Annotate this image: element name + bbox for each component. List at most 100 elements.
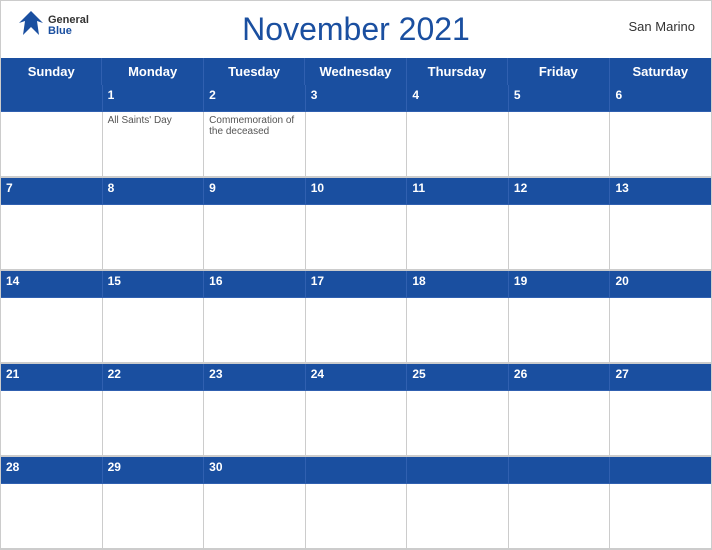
w1d3-num: 3 <box>306 85 408 111</box>
w4d4-num: 25 <box>407 364 509 390</box>
w1d1-num: 1 <box>103 85 205 111</box>
week1-content-row: All Saints' Day Commemoration of the dec… <box>1 112 711 177</box>
week4-number-row: 21 22 23 24 25 26 27 <box>1 364 711 391</box>
day-headers-row: Sunday Monday Tuesday Wednesday Thursday… <box>1 58 711 85</box>
w5d6-content <box>610 484 711 548</box>
header-saturday: Saturday <box>610 58 711 85</box>
week4-content-row <box>1 391 711 456</box>
w4d0-content <box>1 391 103 455</box>
w3d0-num: 14 <box>1 271 103 297</box>
header-sunday: Sunday <box>1 58 102 85</box>
w4d2-content <box>204 391 306 455</box>
month-title: November 2021 <box>242 11 470 48</box>
w4d5-content <box>509 391 611 455</box>
w1d5-content <box>509 112 611 176</box>
week2-content-row <box>1 205 711 270</box>
header-thursday: Thursday <box>407 58 508 85</box>
w5d5-num <box>509 457 611 483</box>
w3d5-content <box>509 298 611 362</box>
w3d4-num: 18 <box>407 271 509 297</box>
w4d4-content <box>407 391 509 455</box>
w1d3-content <box>306 112 408 176</box>
week5-number-row: 28 29 30 <box>1 457 711 484</box>
w2d1-num: 8 <box>103 178 205 204</box>
logo-bird-icon <box>17 9 45 42</box>
w2d0-num: 7 <box>1 178 103 204</box>
w1d6-content <box>610 112 711 176</box>
logo-text: General Blue <box>48 15 89 37</box>
w1d1-content: All Saints' Day <box>103 112 205 176</box>
week3-content-row <box>1 298 711 363</box>
w2d4-content <box>407 205 509 269</box>
w1d5-num: 5 <box>509 85 611 111</box>
w5d1-content <box>103 484 205 548</box>
calendar-header: General Blue November 2021 San Marino <box>1 1 711 58</box>
w1d4-num: 4 <box>407 85 509 111</box>
week2-number-row: 7 8 9 10 11 12 13 <box>1 178 711 205</box>
w3d1-content <box>103 298 205 362</box>
w5d4-num <box>407 457 509 483</box>
w2d2-content <box>204 205 306 269</box>
w2d3-content <box>306 205 408 269</box>
w1d2-content: Commemoration of the deceased <box>204 112 306 176</box>
w1d2-num: 2 <box>204 85 306 111</box>
week-row-1: 1 2 3 4 5 6 All Saints' Day Commemoratio… <box>1 85 711 178</box>
w3d2-num: 16 <box>204 271 306 297</box>
w2d6-num: 13 <box>610 178 711 204</box>
w4d6-num: 27 <box>610 364 711 390</box>
week-row-2: 7 8 9 10 11 12 13 <box>1 178 711 271</box>
week3-number-row: 14 15 16 17 18 19 20 <box>1 271 711 298</box>
w1d0-content <box>1 112 103 176</box>
calendar: General Blue November 2021 San Marino Su… <box>0 0 712 550</box>
header-friday: Friday <box>508 58 609 85</box>
w2d5-content <box>509 205 611 269</box>
w5d0-num: 28 <box>1 457 103 483</box>
w3d1-num: 15 <box>103 271 205 297</box>
w4d5-num: 26 <box>509 364 611 390</box>
w1d4-content <box>407 112 509 176</box>
logo-blue: Blue <box>48 26 89 37</box>
w5d4-content <box>407 484 509 548</box>
w5d3-content <box>306 484 408 548</box>
w3d3-content <box>306 298 408 362</box>
w4d2-num: 23 <box>204 364 306 390</box>
w2d3-num: 10 <box>306 178 408 204</box>
logo-general: General <box>48 15 89 26</box>
country-label: San Marino <box>629 19 695 34</box>
w3d6-num: 20 <box>610 271 711 297</box>
w2d2-num: 9 <box>204 178 306 204</box>
logo: General Blue <box>17 9 89 42</box>
w5d0-content <box>1 484 103 548</box>
w3d6-content <box>610 298 711 362</box>
w3d4-content <box>407 298 509 362</box>
w2d0-content <box>1 205 103 269</box>
week-row-3: 14 15 16 17 18 19 20 <box>1 271 711 364</box>
w4d1-content <box>103 391 205 455</box>
w1d0-num <box>1 85 103 111</box>
header-tuesday: Tuesday <box>204 58 305 85</box>
w2d4-num: 11 <box>407 178 509 204</box>
w4d3-content <box>306 391 408 455</box>
header-wednesday: Wednesday <box>305 58 406 85</box>
w2d1-content <box>103 205 205 269</box>
w3d5-num: 19 <box>509 271 611 297</box>
w2d6-content <box>610 205 711 269</box>
w1d6-num: 6 <box>610 85 711 111</box>
w5d1-num: 29 <box>103 457 205 483</box>
w4d1-num: 22 <box>103 364 205 390</box>
w4d3-num: 24 <box>306 364 408 390</box>
w2d5-num: 12 <box>509 178 611 204</box>
w5d6-num <box>610 457 711 483</box>
header-monday: Monday <box>102 58 203 85</box>
w5d2-content <box>204 484 306 548</box>
calendar-body: 1 2 3 4 5 6 All Saints' Day Commemoratio… <box>1 85 711 549</box>
w5d3-num <box>306 457 408 483</box>
w3d2-content <box>204 298 306 362</box>
week-row-4: 21 22 23 24 25 26 27 <box>1 364 711 457</box>
w3d0-content <box>1 298 103 362</box>
w3d3-num: 17 <box>306 271 408 297</box>
week1-number-row: 1 2 3 4 5 6 <box>1 85 711 112</box>
w5d2-num: 30 <box>204 457 306 483</box>
week-row-5: 28 29 30 <box>1 457 711 549</box>
w5d5-content <box>509 484 611 548</box>
